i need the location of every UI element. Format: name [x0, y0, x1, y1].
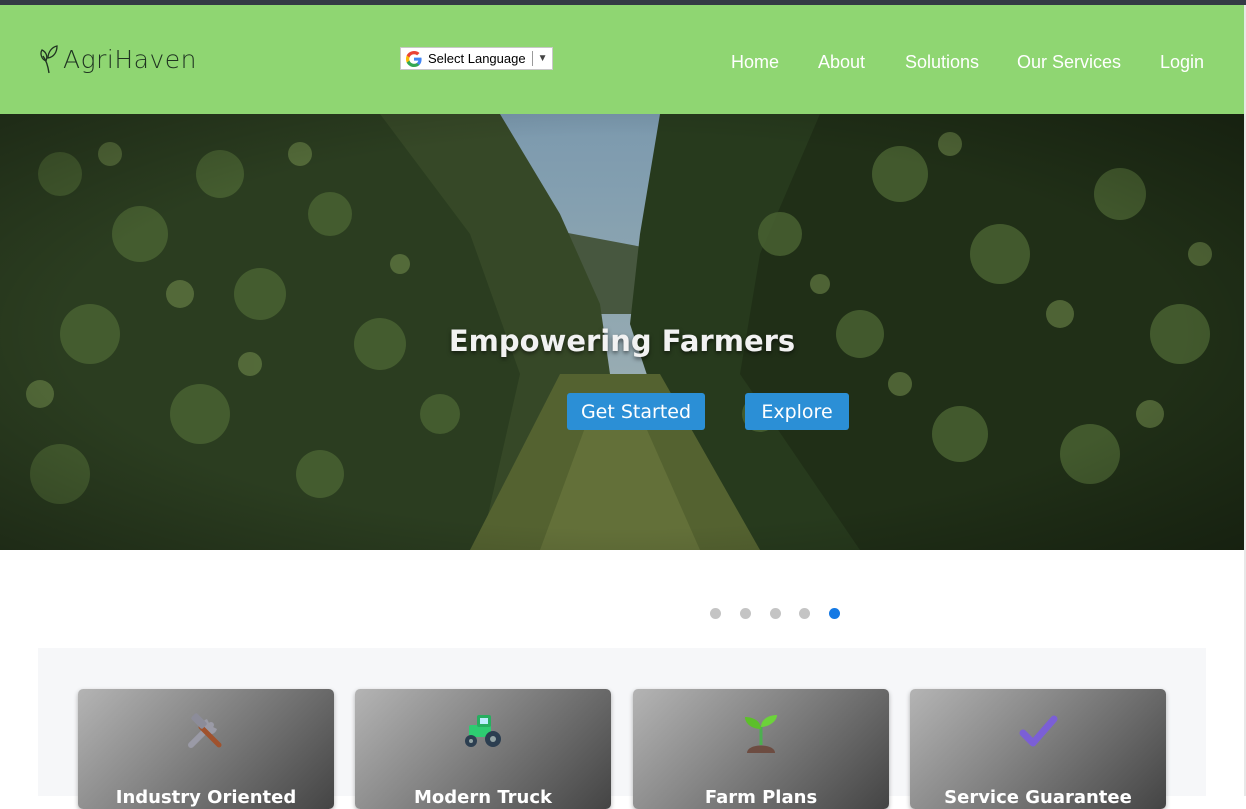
feature-card-service-guarantee[interactable]: Service Guarantee	[910, 689, 1166, 809]
feature-card-modern-truck[interactable]: Modern Truck	[355, 689, 611, 809]
nav-login[interactable]: Login	[1160, 52, 1204, 73]
hammer-and-wrench-icon	[188, 713, 222, 748]
nav-about[interactable]: About	[818, 52, 865, 73]
feature-card-farm-plans[interactable]: Farm Plans	[633, 689, 889, 809]
nav-solutions[interactable]: Solutions	[905, 52, 979, 73]
carousel-dot-4[interactable]	[799, 608, 810, 619]
hero-title: Empowering Farmers	[448, 324, 796, 358]
caret-down-icon: ▼	[537, 53, 548, 64]
check-mark-icon	[1019, 715, 1058, 747]
feature-title: Industry Oriented	[115, 787, 297, 808]
carousel-dot-1[interactable]	[710, 608, 721, 619]
carousel-dot-3[interactable]	[770, 608, 781, 619]
feature-title: Service Guarantee	[944, 787, 1132, 808]
feature-card-industry-oriented[interactable]: Industry Oriented	[78, 689, 334, 809]
carousel-dot-2[interactable]	[740, 608, 751, 619]
hero-banner: Empowering Farmers Get Started Explore	[0, 114, 1244, 550]
seedling-icon	[745, 715, 777, 753]
select-divider	[531, 51, 533, 66]
feature-title: Modern Truck	[414, 787, 552, 808]
get-started-button[interactable]: Get Started	[567, 393, 705, 430]
leaf-icon	[40, 45, 58, 74]
nav-home[interactable]: Home	[731, 52, 779, 73]
explore-button[interactable]: Explore	[745, 393, 849, 430]
navbar: AgriHaven Select Language ▼ Home About S…	[0, 5, 1246, 114]
logo-text: AgriHaven	[63, 44, 197, 74]
tractor-icon	[465, 715, 501, 747]
logo[interactable]: AgriHaven	[40, 41, 197, 77]
nav-our-services[interactable]: Our Services	[1017, 52, 1121, 73]
google-icon	[406, 50, 422, 67]
carousel-dot-5[interactable]	[829, 608, 840, 619]
language-select[interactable]: Select Language ▼	[400, 47, 553, 70]
feature-title: Farm Plans	[704, 787, 818, 808]
language-select-label: Select Language	[428, 51, 526, 66]
